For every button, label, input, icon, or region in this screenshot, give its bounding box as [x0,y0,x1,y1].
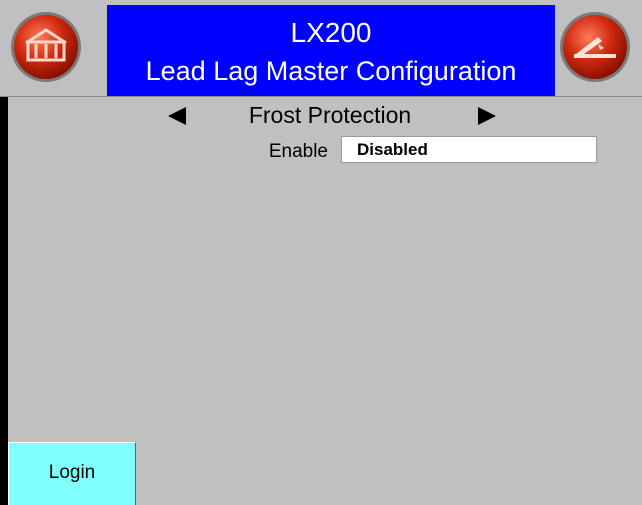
page-title: Lead Lag Master Configuration [145,56,517,86]
section-title: Frost Protection [248,102,412,128]
section-navigator: Frost Protection [160,100,500,130]
title-panel: LX200 Lead Lag Master Configuration [107,5,555,96]
home-button[interactable] [9,10,83,84]
app-title: LX200 [290,17,372,48]
back-icon [560,12,630,82]
header-bar: LX200 Lead Lag Master Configuration [0,0,642,97]
login-button[interactable]: Login [8,442,136,505]
back-button[interactable] [558,10,632,84]
enable-label: Enable [268,141,328,162]
hmi-screen: LX200 Lead Lag Master Configuration Fros… [0,0,642,505]
triangle-left-icon[interactable] [168,107,186,125]
enable-value-field[interactable]: Disabled [341,136,597,163]
triangle-right-icon[interactable] [478,107,496,125]
home-icon [11,12,81,82]
left-frame-border [0,96,8,505]
